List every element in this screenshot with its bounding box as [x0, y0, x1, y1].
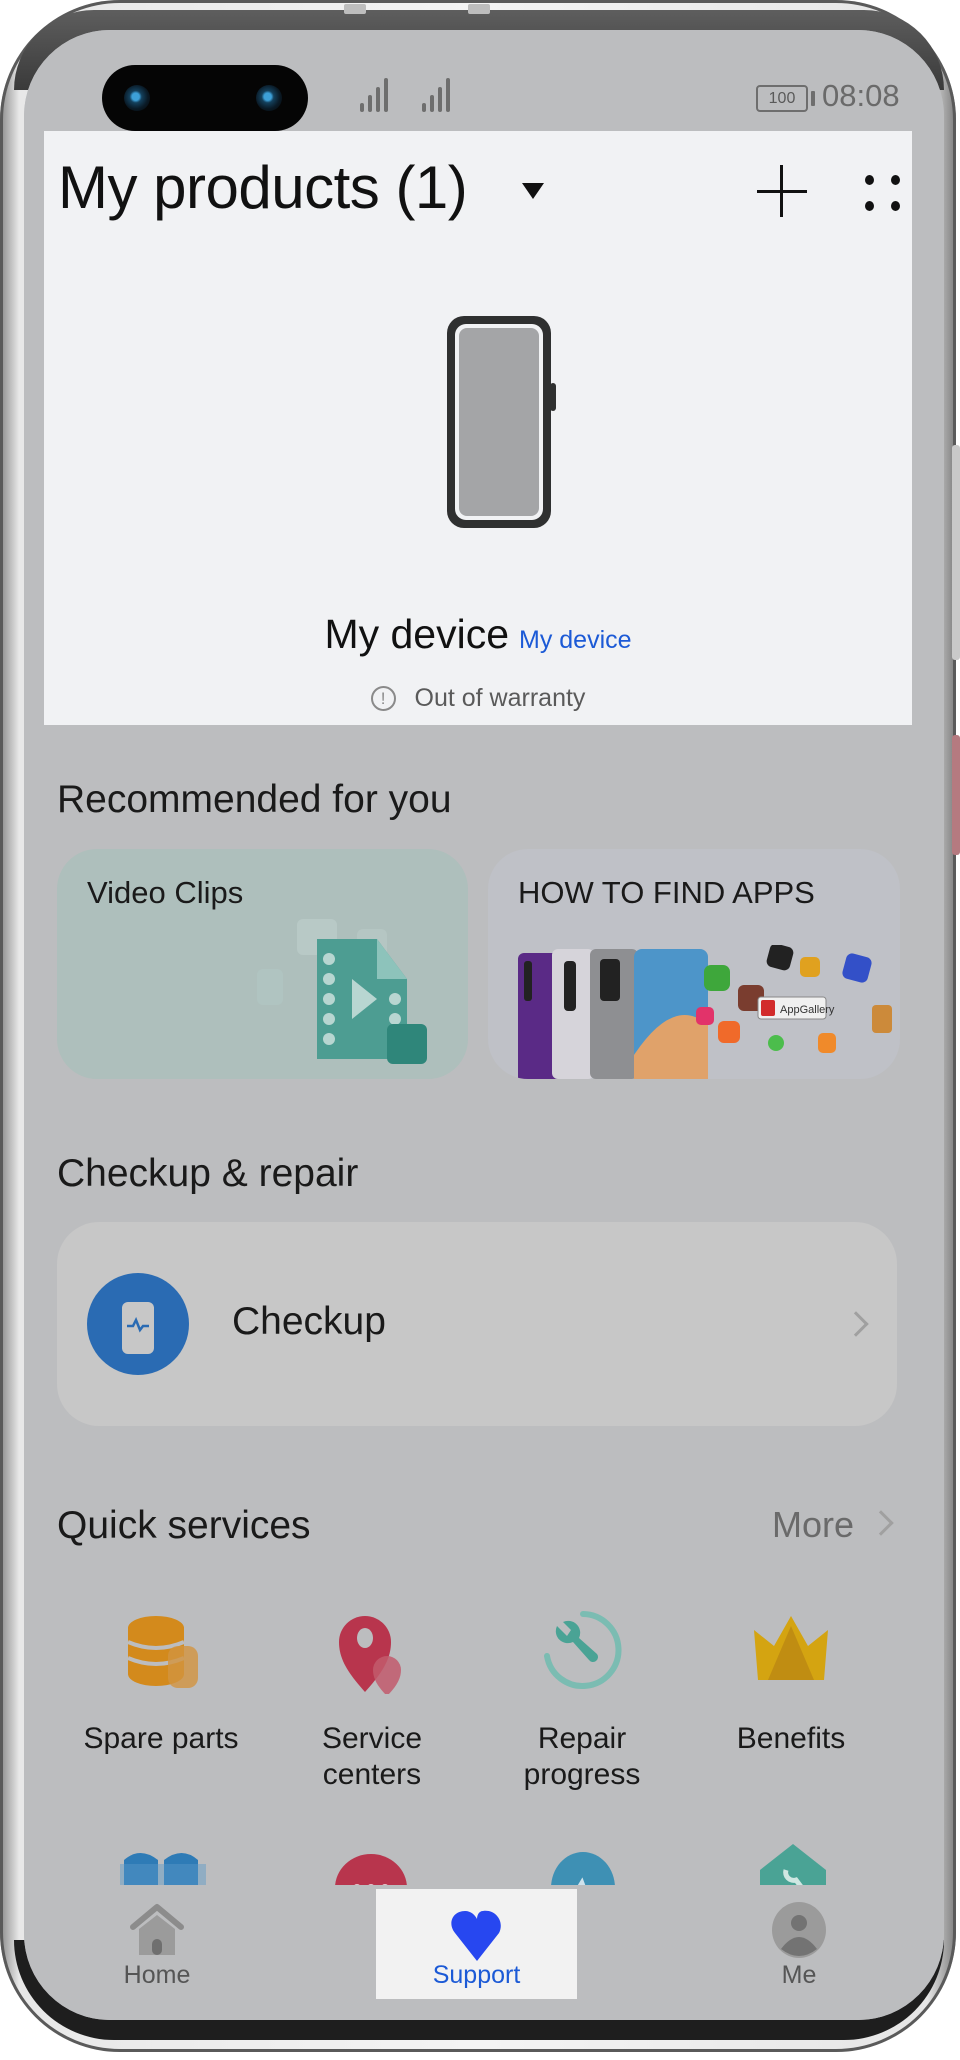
- quick-service-spare-parts[interactable]: Spare parts: [61, 1608, 261, 1757]
- phone-pulse-icon: [87, 1273, 189, 1375]
- add-product-button[interactable]: [754, 163, 810, 219]
- camera-lens-icon: [124, 85, 150, 111]
- how-to-find-apps-card[interactable]: HOW TO FIND APPS AppGallery: [488, 849, 900, 1079]
- warranty-text: Out of warranty: [414, 684, 586, 712]
- dot: [891, 175, 900, 185]
- screen: 100 08:08 My products (1) My device My d…: [24, 30, 944, 2020]
- wrench-progress-icon: [544, 1611, 622, 1689]
- more-label: More: [772, 1504, 855, 1545]
- person-icon: [772, 1902, 826, 1958]
- device-name: My device: [324, 611, 509, 657]
- quick-service-benefits[interactable]: Benefits: [691, 1608, 891, 1757]
- power-button: [952, 735, 960, 855]
- volume-button: [952, 445, 960, 660]
- phones-and-apps-image: AppGallery: [518, 945, 892, 1079]
- recommended-title: Recommended for you: [57, 778, 452, 821]
- card-label: HOW TO FIND APPS: [518, 875, 815, 910]
- signal-icon: [422, 78, 450, 112]
- nav-support[interactable]: Support: [376, 1889, 577, 1999]
- frame-notch: [468, 4, 490, 14]
- quick-service-repair-progress[interactable]: Repair progress: [482, 1608, 682, 1793]
- video-clips-card[interactable]: Video Clips: [57, 849, 468, 1079]
- chevron-right-icon: [843, 1311, 869, 1337]
- more-quick-services-link[interactable]: More: [772, 1504, 894, 1546]
- page-title[interactable]: My products (1): [58, 153, 468, 222]
- dot: [891, 201, 900, 211]
- checkup-repair-title: Checkup & repair: [57, 1152, 359, 1195]
- frame-notch: [344, 4, 366, 14]
- nav-home[interactable]: Home: [94, 1885, 220, 1995]
- device-name-row: My device My device: [44, 611, 912, 658]
- card-label: Video Clips: [87, 875, 244, 910]
- camera-lens-icon: [256, 85, 282, 111]
- quick-services-title: Quick services: [57, 1504, 311, 1547]
- dot: [865, 175, 874, 185]
- warranty-status: ! Out of warranty: [44, 684, 912, 713]
- heart-icon: [451, 1910, 501, 1961]
- home-icon: [130, 1904, 184, 1955]
- caret-down-icon[interactable]: [522, 183, 544, 199]
- crown-icon: [754, 1616, 828, 1680]
- quick-service-label: Service centers: [321, 1722, 423, 1791]
- battery-icon: 100: [756, 85, 808, 112]
- status-time: 08:08: [822, 78, 900, 113]
- my-products-card: My products (1) My device My device ! Ou…: [44, 131, 912, 725]
- quick-service-label: Repair progress: [523, 1722, 641, 1791]
- device-link[interactable]: My device: [519, 626, 632, 654]
- more-options-button[interactable]: [861, 171, 905, 215]
- camera-cutout: [102, 65, 308, 131]
- video-file-icon: [257, 919, 427, 1064]
- nav-me[interactable]: Me: [736, 1885, 862, 1995]
- chevron-right-icon: [868, 1510, 894, 1536]
- nav-label: Home: [123, 1961, 191, 1989]
- nav-label: Support: [432, 1961, 521, 1989]
- phone-device-icon[interactable]: [444, 313, 558, 531]
- battery-tip: [811, 91, 815, 106]
- signal-icon: [360, 78, 388, 112]
- quick-service-label: Benefits: [736, 1722, 846, 1755]
- bottom-navigation: Home Support Me: [24, 1885, 944, 2020]
- nav-label: Me: [781, 1961, 817, 1989]
- checkup-label: Checkup: [232, 1300, 386, 1343]
- checkup-item[interactable]: Checkup: [57, 1222, 897, 1426]
- quick-service-service-centers[interactable]: Service centers: [272, 1608, 472, 1793]
- appgallery-badge-text: AppGallery: [780, 1004, 835, 1016]
- status-bar: 100 08:08: [24, 30, 944, 131]
- info-circle-icon: !: [370, 686, 396, 711]
- quick-service-label: Spare parts: [83, 1722, 239, 1755]
- spare-parts-icon: [127, 1616, 198, 1688]
- dot: [865, 201, 874, 211]
- location-pin-icon: [339, 1616, 401, 1696]
